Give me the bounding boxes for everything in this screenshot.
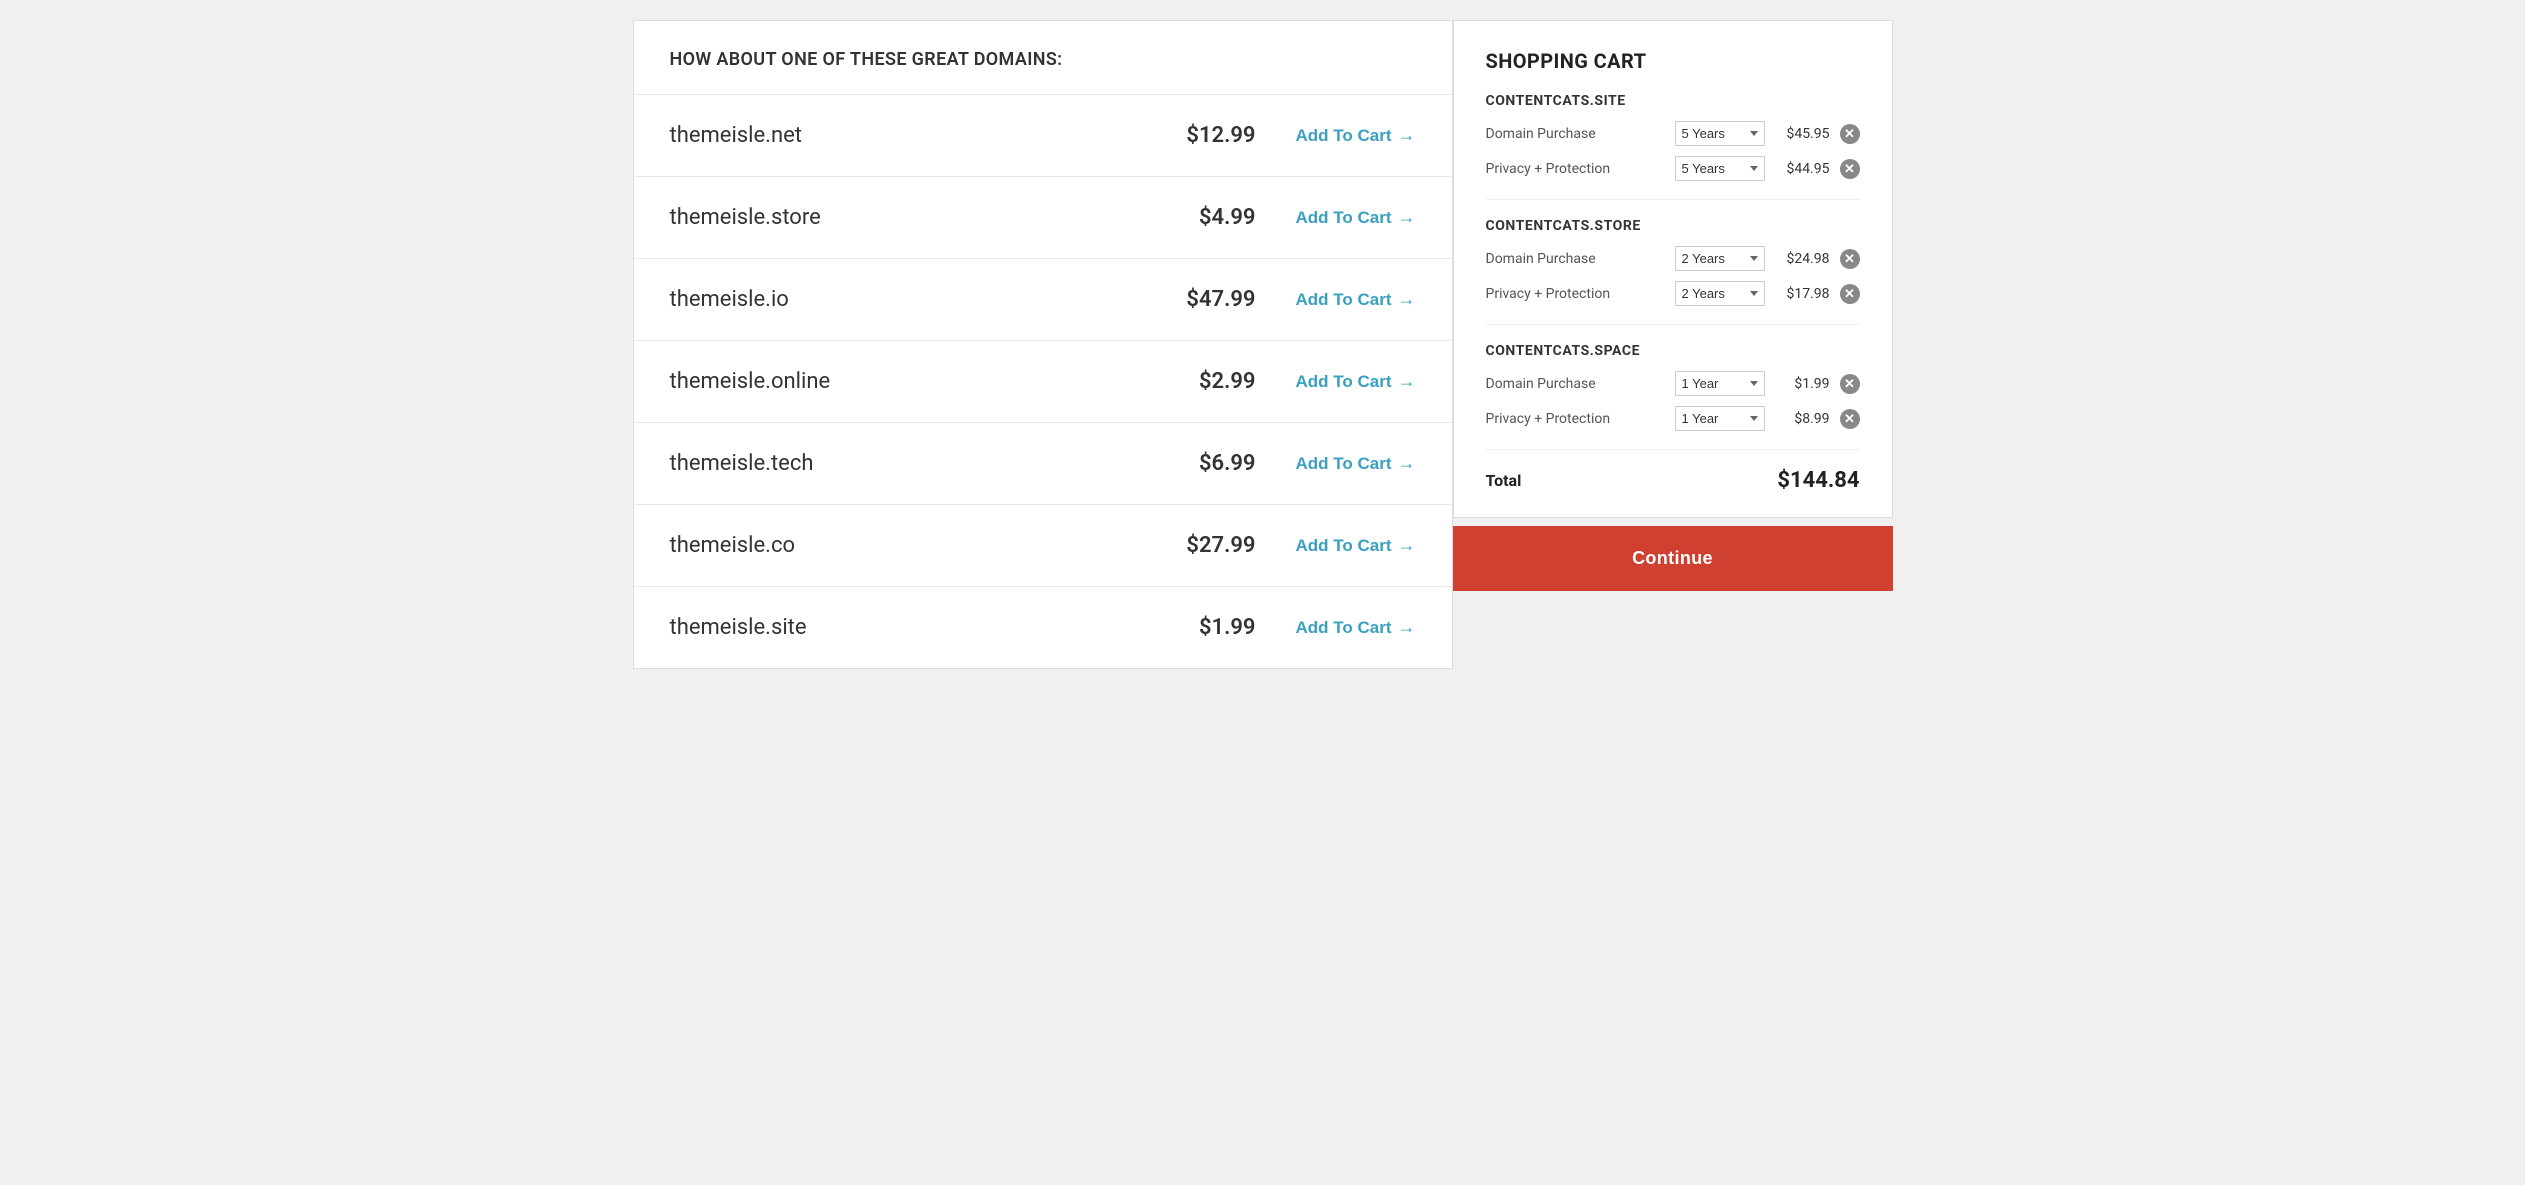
arrow-icon: → [1398,535,1416,556]
domain-price: $27.99 [1165,533,1255,558]
cart-item-price: $8.99 [1775,411,1830,427]
cart-item-label: Privacy + Protection [1486,161,1665,177]
cart-item-price: $1.99 [1775,376,1830,392]
cart-domain-name: CONTENTCATS.STORE [1486,218,1860,234]
add-to-cart-button[interactable]: Add To Cart → [1295,125,1415,146]
cart-item-row: Domain Purchase 1 Year2 Years3 Years5 Yea… [1486,371,1860,396]
domain-row: themeisle.store $4.99 Add To Cart → [634,176,1452,258]
cart-domain-name: CONTENTCATS.SPACE [1486,343,1860,359]
domain-price: $4.99 [1165,205,1255,230]
cart-item-row: Domain Purchase 1 Year2 Years3 Years5 Yea… [1486,246,1860,271]
add-to-cart-label: Add To Cart [1295,208,1391,228]
add-to-cart-label: Add To Cart [1295,618,1391,638]
cart-panel: SHOPPING CART CONTENTCATS.SITE Domain Pur… [1453,20,1893,669]
continue-button[interactable]: Continue [1453,526,1893,591]
duration-select[interactable]: 1 Year2 Years3 Years5 Years [1675,246,1765,271]
cart-item-label: Privacy + Protection [1486,411,1665,427]
arrow-icon: → [1398,617,1416,638]
cart-title: SHOPPING CART [1486,49,1860,73]
domain-name: themeisle.co [670,533,1166,558]
domain-name: themeisle.net [670,123,1166,148]
duration-select[interactable]: 1 Year2 Years3 Years5 Years [1675,156,1765,181]
domain-price: $2.99 [1165,369,1255,394]
remove-item-button[interactable]: ✕ [1840,374,1860,394]
cart-item-row: Privacy + Protection 1 Year2 Years3 Years… [1486,406,1860,431]
domain-row: themeisle.co $27.99 Add To Cart → [634,504,1452,586]
cart-item-price: $17.98 [1775,286,1830,302]
cart-item-label: Domain Purchase [1486,251,1665,267]
remove-item-button[interactable]: ✕ [1840,249,1860,269]
domain-name: themeisle.store [670,205,1166,230]
cart-total-label: Total [1486,471,1522,490]
remove-item-button[interactable]: ✕ [1840,124,1860,144]
domain-row: themeisle.site $1.99 Add To Cart → [634,586,1452,668]
domains-header: HOW ABOUT ONE OF THESE GREAT DOMAINS: [634,21,1452,94]
add-to-cart-label: Add To Cart [1295,372,1391,392]
duration-select[interactable]: 1 Year2 Years3 Years5 Years [1675,121,1765,146]
cart-item-row: Privacy + Protection 1 Year2 Years3 Years… [1486,281,1860,306]
cart-item-row: Domain Purchase 1 Year2 Years3 Years5 Yea… [1486,121,1860,146]
domain-name: themeisle.online [670,369,1166,394]
cart-total-amount: $144.84 [1777,468,1859,493]
cart-item-label: Privacy + Protection [1486,286,1665,302]
cart-item-label: Domain Purchase [1486,376,1665,392]
domain-row: themeisle.tech $6.99 Add To Cart → [634,422,1452,504]
cart-total-row: Total $144.84 [1486,449,1860,493]
remove-item-button[interactable]: ✕ [1840,409,1860,429]
domain-price: $1.99 [1165,615,1255,640]
duration-select[interactable]: 1 Year2 Years3 Years5 Years [1675,281,1765,306]
add-to-cart-button[interactable]: Add To Cart → [1295,453,1415,474]
cart-item-label: Domain Purchase [1486,126,1665,142]
domain-price: $12.99 [1165,123,1255,148]
domain-row: themeisle.io $47.99 Add To Cart → [634,258,1452,340]
remove-item-button[interactable]: ✕ [1840,159,1860,179]
duration-select[interactable]: 1 Year2 Years3 Years5 Years [1675,371,1765,396]
domain-row: themeisle.online $2.99 Add To Cart → [634,340,1452,422]
cart-item-price: $45.95 [1775,126,1830,142]
add-to-cart-label: Add To Cart [1295,126,1391,146]
cart-item-row: Privacy + Protection 1 Year2 Years3 Years… [1486,156,1860,181]
add-to-cart-button[interactable]: Add To Cart → [1295,289,1415,310]
cart-domain-name: CONTENTCATS.SITE [1486,93,1860,109]
arrow-icon: → [1398,371,1416,392]
add-to-cart-button[interactable]: Add To Cart → [1295,207,1415,228]
cart-item-price: $44.95 [1775,161,1830,177]
remove-item-button[interactable]: ✕ [1840,284,1860,304]
domain-row: themeisle.net $12.99 Add To Cart → [634,94,1452,176]
cart-box: SHOPPING CART CONTENTCATS.SITE Domain Pur… [1453,20,1893,518]
duration-select[interactable]: 1 Year2 Years3 Years5 Years [1675,406,1765,431]
add-to-cart-label: Add To Cart [1295,536,1391,556]
domain-price: $6.99 [1165,451,1255,476]
add-to-cart-button[interactable]: Add To Cart → [1295,371,1415,392]
add-to-cart-label: Add To Cart [1295,290,1391,310]
arrow-icon: → [1398,125,1416,146]
arrow-icon: → [1398,207,1416,228]
add-to-cart-button[interactable]: Add To Cart → [1295,617,1415,638]
domain-name: themeisle.io [670,287,1166,312]
add-to-cart-label: Add To Cart [1295,454,1391,474]
domain-price: $47.99 [1165,287,1255,312]
add-to-cart-button[interactable]: Add To Cart → [1295,535,1415,556]
domain-name: themeisle.site [670,615,1166,640]
cart-domain-section: CONTENTCATS.STORE Domain Purchase 1 Year2 … [1486,199,1860,306]
domains-panel: HOW ABOUT ONE OF THESE GREAT DOMAINS: th… [633,20,1453,669]
domain-name: themeisle.tech [670,451,1166,476]
cart-item-price: $24.98 [1775,251,1830,267]
arrow-icon: → [1398,453,1416,474]
arrow-icon: → [1398,289,1416,310]
cart-domain-section: CONTENTCATS.SITE Domain Purchase 1 Year2 Y… [1486,93,1860,181]
cart-domain-section: CONTENTCATS.SPACE Domain Purchase 1 Year2 … [1486,324,1860,431]
